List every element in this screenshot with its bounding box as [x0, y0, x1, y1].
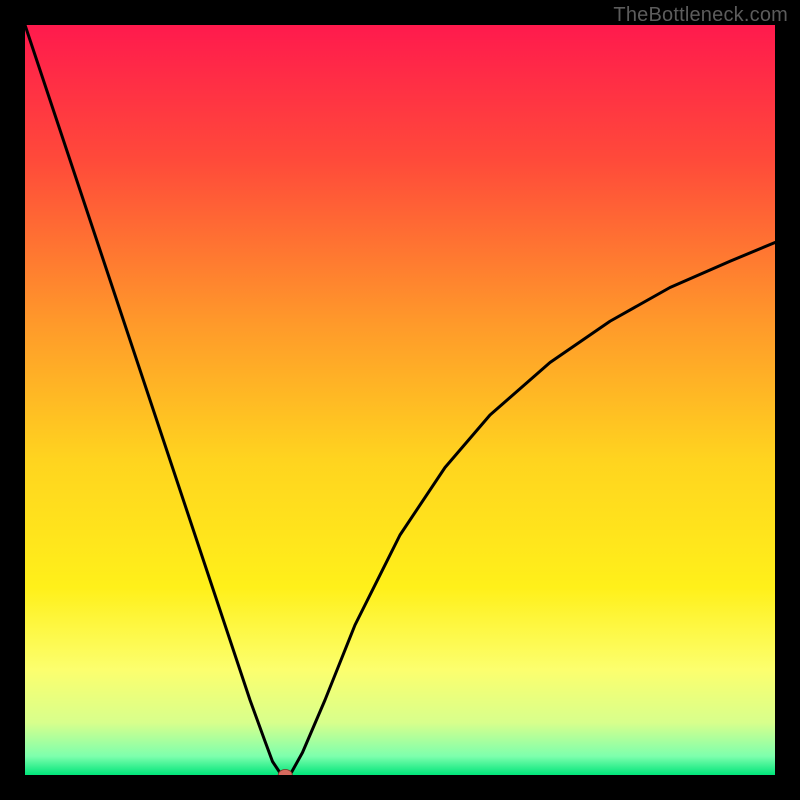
bottleneck-chart: [25, 25, 775, 775]
watermark-text: TheBottleneck.com: [613, 4, 788, 27]
chart-frame: TheBottleneck.com: [0, 0, 800, 800]
plot-area: [25, 25, 775, 775]
gradient-background: [25, 25, 775, 775]
